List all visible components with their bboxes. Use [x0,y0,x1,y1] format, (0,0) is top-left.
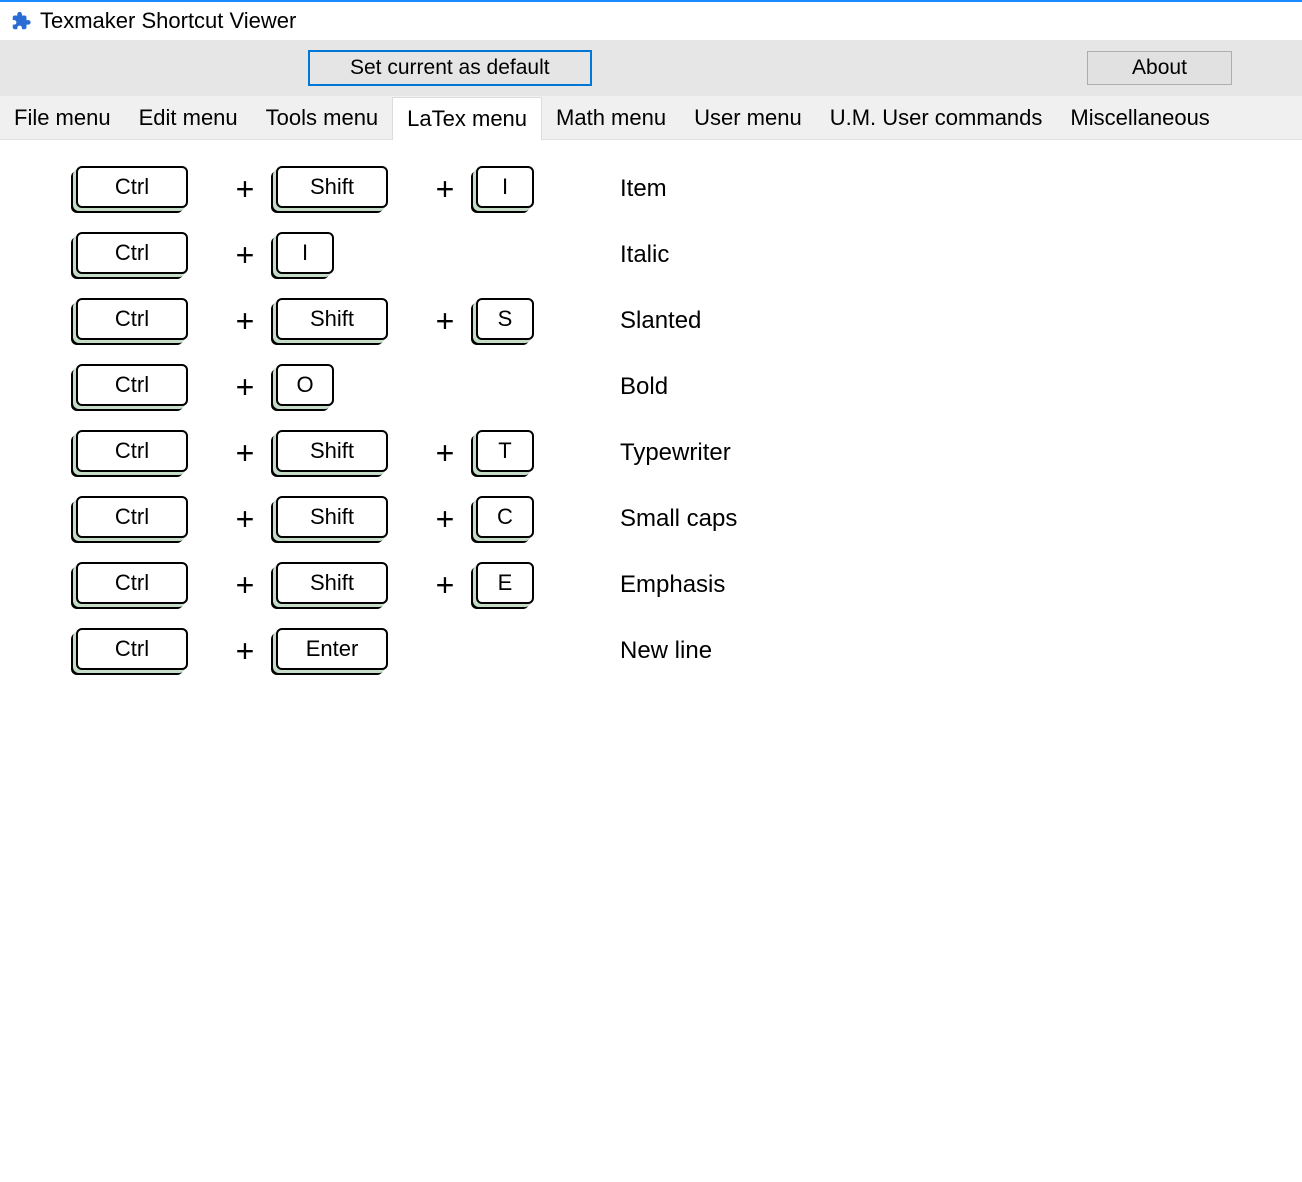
key-cap: Shift [276,562,388,604]
key-cap: Enter [276,628,388,670]
shortcut-description: Bold [590,373,668,401]
shortcut-description: Italic [590,241,669,269]
key-cap: Ctrl [76,430,188,472]
shortcut-list: Ctrl+Shift+IItemCtrl+IItalicCtrl+Shift+S… [0,140,1302,728]
plus-separator: + [220,303,270,340]
shortcut-row: Ctrl+IItalic [70,236,1232,274]
plus-separator: + [420,303,470,340]
plus-separator: + [220,501,270,538]
plus-separator: + [420,501,470,538]
key-cap: C [476,496,534,538]
plus-separator: + [220,369,270,406]
shortcut-description: Typewriter [590,439,731,467]
key-cap: Ctrl [76,496,188,538]
plus-separator: + [220,237,270,274]
shortcut-description: Item [590,175,667,203]
key-cap: Shift [276,166,388,208]
plus-separator: + [220,633,270,670]
window-title: Texmaker Shortcut Viewer [40,8,296,34]
set-default-button[interactable]: Set current as default [308,50,592,86]
puzzle-icon [10,10,32,32]
plus-separator: + [220,171,270,208]
shortcut-description: Small caps [590,505,737,533]
tab-file-menu[interactable]: File menu [0,96,125,139]
about-button[interactable]: About [1087,51,1232,85]
shortcut-row: Ctrl+Shift+CSmall caps [70,500,1232,538]
key-cap: Ctrl [76,232,188,274]
key-cap: T [476,430,534,472]
key-cap: E [476,562,534,604]
tab-tools-menu[interactable]: Tools menu [252,96,393,139]
plus-separator: + [220,435,270,472]
shortcut-row: Ctrl+Shift+SSlanted [70,302,1232,340]
plus-separator: + [420,567,470,604]
tab-miscellaneous[interactable]: Miscellaneous [1056,96,1223,139]
titlebar: Texmaker Shortcut Viewer [0,2,1302,40]
plus-separator: + [420,171,470,208]
tab-user-menu[interactable]: User menu [680,96,816,139]
tab-u-m-user-commands[interactable]: U.M. User commands [816,96,1057,139]
plus-separator: + [220,567,270,604]
tabs: File menuEdit menuTools menuLaTex menuMa… [0,96,1302,140]
key-cap: I [476,166,534,208]
key-cap: Ctrl [76,298,188,340]
key-cap: Ctrl [76,562,188,604]
key-cap: Ctrl [76,364,188,406]
shortcut-description: Slanted [590,307,701,335]
key-cap: Shift [276,430,388,472]
tab-edit-menu[interactable]: Edit menu [125,96,252,139]
key-cap: Shift [276,298,388,340]
key-cap: O [276,364,334,406]
key-cap: Shift [276,496,388,538]
plus-separator: + [420,435,470,472]
tab-latex-menu[interactable]: LaTex menu [392,97,542,140]
tab-math-menu[interactable]: Math menu [542,96,680,139]
shortcut-row: Ctrl+EnterNew line [70,632,1232,670]
shortcut-description: Emphasis [590,571,725,599]
key-cap: S [476,298,534,340]
shortcut-row: Ctrl+Shift+EEmphasis [70,566,1232,604]
key-cap: Ctrl [76,628,188,670]
shortcut-row: Ctrl+OBold [70,368,1232,406]
toolbar: Set current as default About [0,40,1302,96]
key-cap: I [276,232,334,274]
key-cap: Ctrl [76,166,188,208]
shortcut-row: Ctrl+Shift+TTypewriter [70,434,1232,472]
shortcut-row: Ctrl+Shift+IItem [70,170,1232,208]
shortcut-description: New line [590,637,712,665]
